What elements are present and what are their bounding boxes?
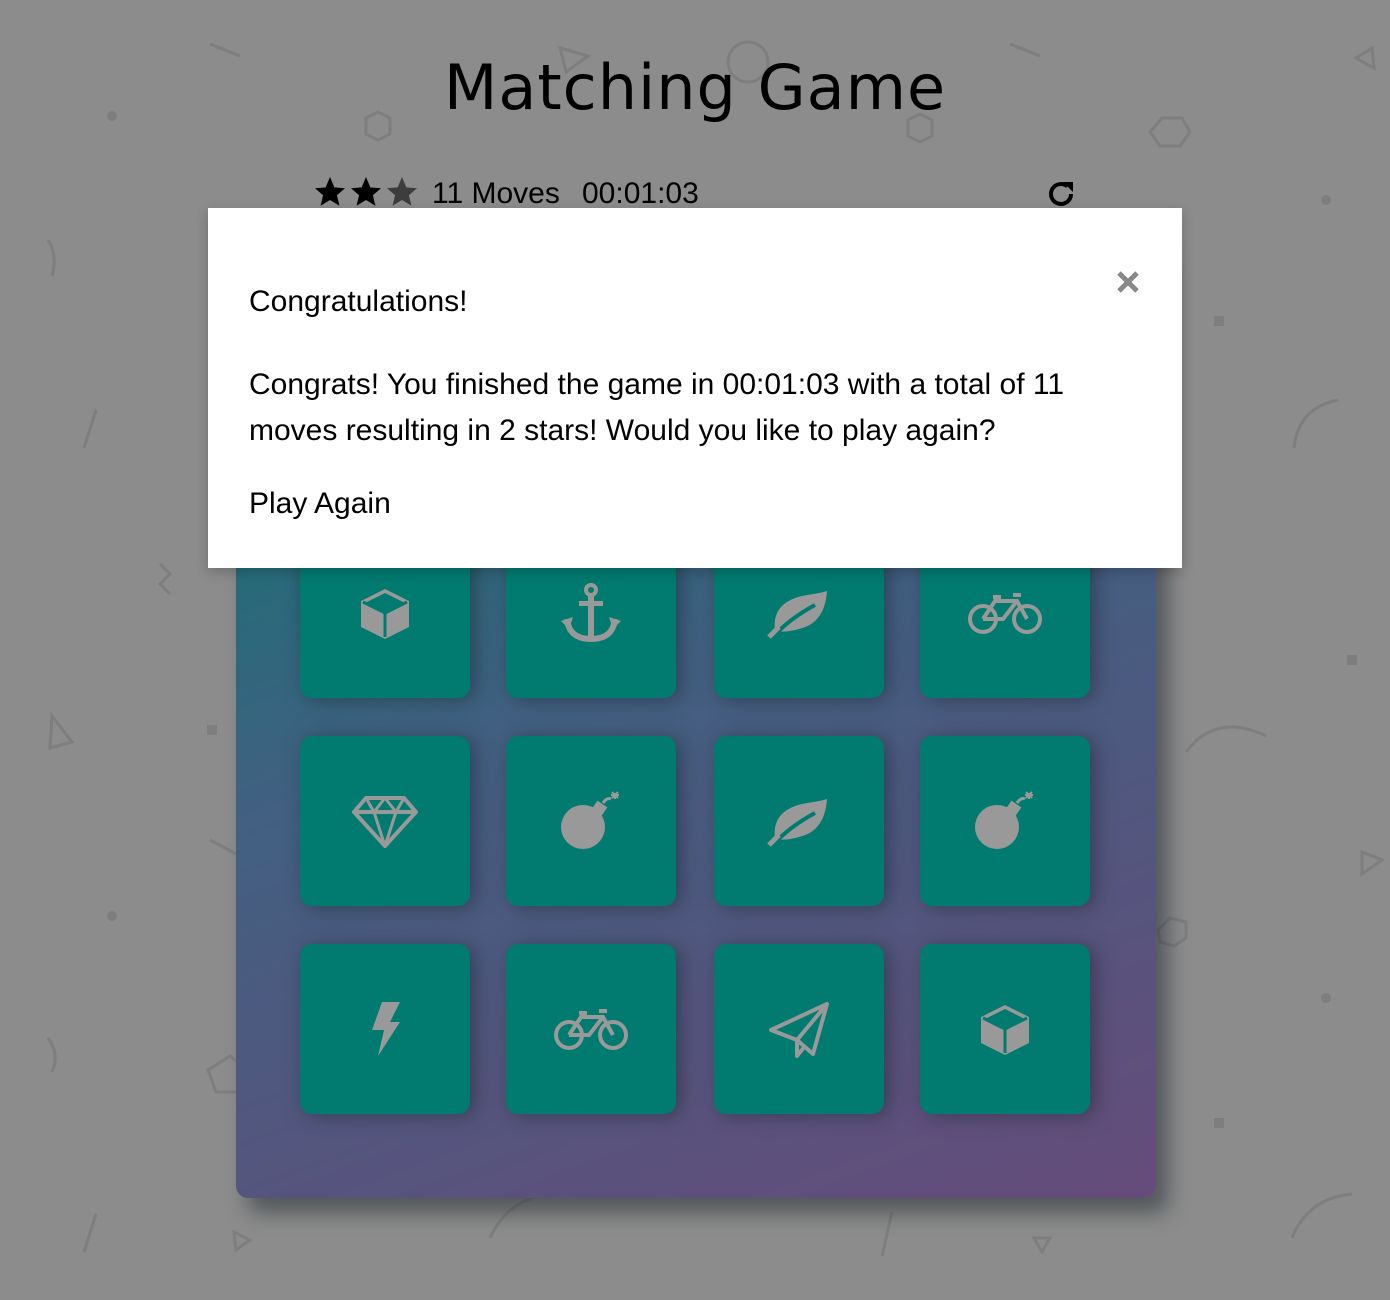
modal-overlay[interactable]	[0, 0, 1390, 1300]
congratulations-modal: Congratulations! Congrats! You finished …	[208, 208, 1182, 568]
modal-message: Congrats! You finished the game in 00:01…	[249, 368, 1065, 447]
modal-heading: Congratulations!	[249, 285, 468, 318]
play-again-button[interactable]: Play Again	[249, 486, 391, 522]
close-icon[interactable]	[1114, 268, 1142, 296]
game-page: Matching Game 11 Moves 00:01:03 Congratu…	[0, 0, 1390, 1300]
